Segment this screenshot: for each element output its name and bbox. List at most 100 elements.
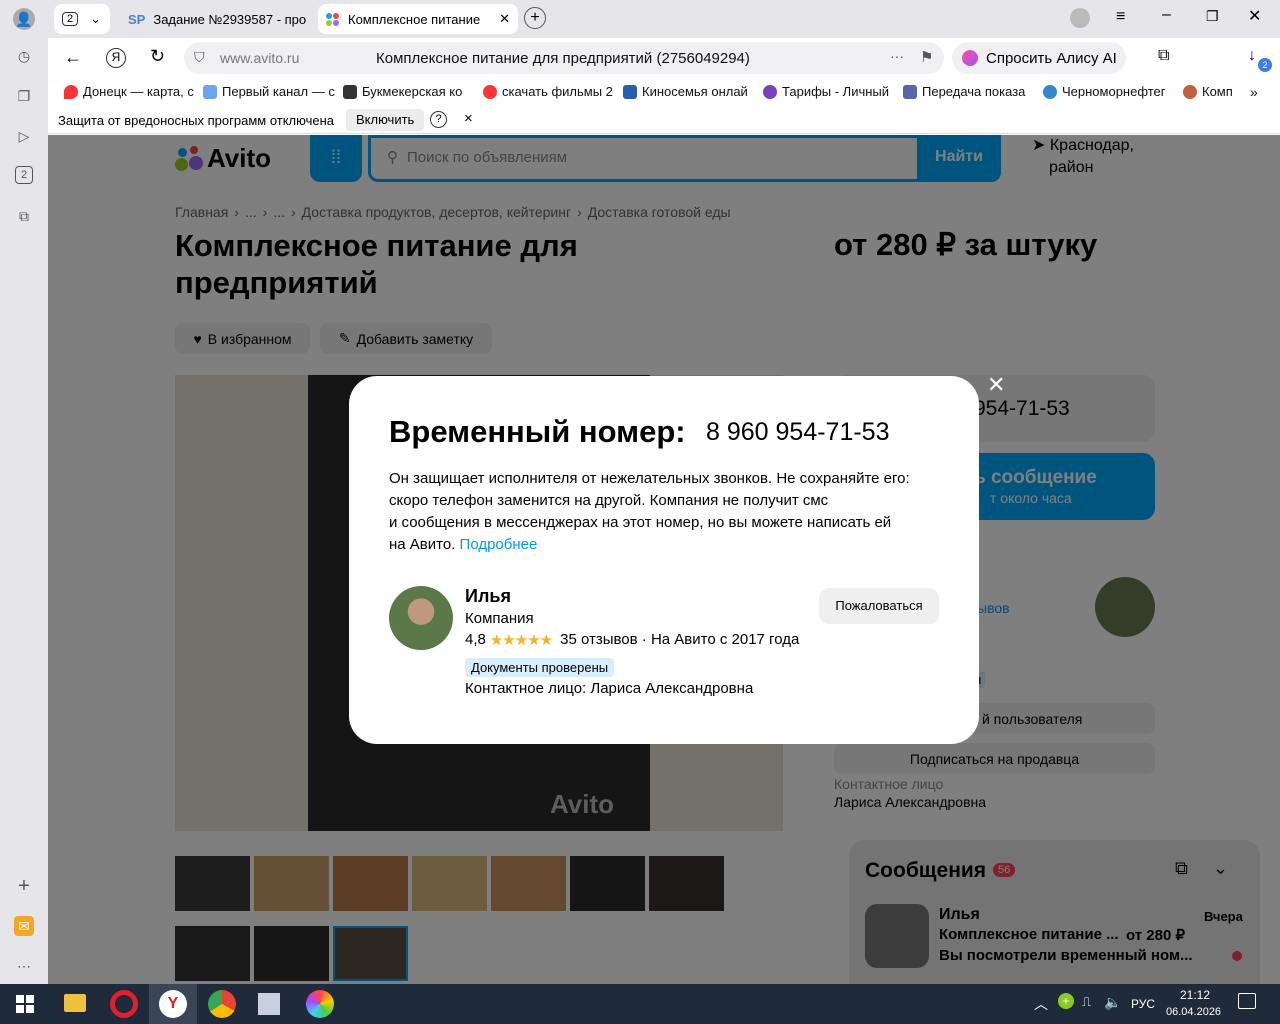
bookmarks-bar: Донецк — карта, с Первый канал — с Букме… xyxy=(48,78,1280,106)
yandex-browser-icon[interactable]: Y xyxy=(159,990,187,1018)
verified-badge: Документы проверены xyxy=(465,658,615,677)
unread-dot xyxy=(1232,951,1242,961)
more-icon[interactable]: ⋯ xyxy=(14,956,34,976)
message-time: Вчера xyxy=(1204,909,1243,924)
opera-icon[interactable] xyxy=(110,990,138,1018)
bookmark-item[interactable]: Черноморнефтег xyxy=(1043,84,1166,99)
enable-protection-button[interactable]: Включить xyxy=(346,109,425,131)
seller-avatar[interactable] xyxy=(389,586,453,650)
close-tab-icon[interactable]: ✕ xyxy=(499,11,510,27)
bookmark-item[interactable]: Букмекерская ко xyxy=(343,84,462,99)
translate-icon[interactable]: ⧉ xyxy=(1158,47,1169,65)
url-field[interactable]: ⛉ www.avito.ru Комплексное питание для п… xyxy=(184,42,944,74)
notifications-icon[interactable] xyxy=(1238,993,1256,1009)
video-icon[interactable]: ▷ xyxy=(14,126,34,146)
bookmark-item[interactable]: Донецк — карта, с xyxy=(64,84,194,99)
bookmark-label: Первый канал — с xyxy=(222,84,335,99)
restore-icon[interactable]: ❐ xyxy=(1206,8,1219,25)
message-sender: Илья xyxy=(939,906,980,923)
seller-rating-row: 4,8 ★★★★★ 35 отзывов · На Авито с 2017 г… xyxy=(465,631,799,649)
modal-description: Он защищает исполнителя от нежелательных… xyxy=(389,468,949,556)
menu-icon[interactable]: ≡ xyxy=(1116,8,1125,26)
yandex-icon[interactable]: Я xyxy=(106,48,126,68)
clock-date[interactable]: 06.04.2026 xyxy=(1166,1006,1221,1018)
tray-app-icon[interactable]: + xyxy=(1058,993,1074,1009)
more-bookmarks-icon[interactable]: » xyxy=(1250,84,1258,100)
tariff-icon xyxy=(763,84,777,99)
security-infobar: Защита от вредоносных программ отключена… xyxy=(48,106,1280,134)
yandex-favicon-icon xyxy=(483,84,497,99)
help-icon[interactable]: ? xyxy=(430,111,447,128)
description-line: и сообщения в мессенджерах на этот номер… xyxy=(389,514,892,531)
bookmark-label: Черноморнефтег xyxy=(1062,84,1166,99)
ask-alice-label: Спросить Алису AI xyxy=(986,49,1117,67)
avito-favicon-icon xyxy=(326,12,340,26)
downloads-icon[interactable]: ↓ xyxy=(1248,47,1256,65)
bookmark-label: Тарифы - Личный xyxy=(782,84,890,99)
browser-sidebar: 👤 ◷ ❐ ▷ 2 ⧉ + ✉ ⋯ xyxy=(0,0,48,984)
bookmark-item[interactable]: Передача показа xyxy=(903,84,1025,99)
message-preview[interactable]: Вы посмотрели временный ном... xyxy=(939,947,1193,964)
seller-name[interactable]: Илья xyxy=(465,586,511,607)
sp-favicon-icon: SP xyxy=(128,11,146,27)
bookmark-item[interactable]: Первый канал — с xyxy=(203,84,335,99)
downloads-badge: 2 xyxy=(1258,58,1272,72)
tab-avito[interactable]: Комплексное питание ✕ xyxy=(318,4,518,34)
sidebar-tabs-icon[interactable]: 2 xyxy=(15,166,33,184)
temporary-phone: 8 960 954-71-53 xyxy=(706,418,890,446)
bookmark-item[interactable]: Тарифы - Личный xyxy=(763,84,889,99)
ask-alice-button[interactable]: Спросить Алису AI xyxy=(952,42,1126,74)
url-domain: www.avito.ru xyxy=(220,50,300,66)
more-dots-icon[interactable]: ··· xyxy=(890,48,904,64)
map-pin-icon xyxy=(64,84,78,99)
app-icon[interactable] xyxy=(258,993,280,1015)
profile-icon[interactable] xyxy=(1070,8,1090,28)
bookmark-item[interactable]: скачать фильмы 2 xyxy=(483,84,613,99)
globe-icon xyxy=(1183,84,1197,99)
volume-icon[interactable]: 🔈 xyxy=(1104,994,1121,1011)
bookmark-label: Букмекерская ко xyxy=(362,84,463,99)
collections-icon[interactable]: ❐ xyxy=(14,86,34,106)
collapse-chevron-icon[interactable]: ⌄ xyxy=(1213,858,1228,879)
close-infobar-icon[interactable]: × xyxy=(464,110,473,127)
reviews-count[interactable]: 35 отзывов · На Авито с 2017 года xyxy=(560,631,799,649)
tab-group-button[interactable]: 2 ⌄ xyxy=(54,4,110,34)
file-explorer-icon[interactable] xyxy=(64,994,86,1012)
mail-icon[interactable]: ✉ xyxy=(14,916,34,936)
screenshot-icon[interactable]: ⧉ xyxy=(14,206,34,226)
chrome-icon[interactable] xyxy=(208,990,236,1018)
description-line: скоро телефон заменится на другой. Компа… xyxy=(389,492,829,509)
color-app-icon[interactable] xyxy=(306,990,334,1018)
message-thumbnail[interactable] xyxy=(865,904,929,968)
reload-icon[interactable]: ↻ xyxy=(150,46,165,67)
open-external-icon[interactable]: ⧉ xyxy=(1175,858,1188,879)
close-modal-icon[interactable]: ✕ xyxy=(987,372,1005,398)
language-indicator[interactable]: РУС xyxy=(1131,997,1155,1011)
start-windows-icon[interactable] xyxy=(16,995,34,1013)
tab-task[interactable]: SP Задание №2939587 - про xyxy=(120,4,310,34)
clock-time[interactable]: 21:12 xyxy=(1180,988,1210,1002)
history-icon[interactable]: ◷ xyxy=(14,46,34,66)
alice-icon xyxy=(962,50,978,66)
new-tab-icon[interactable]: + xyxy=(524,7,546,29)
bookmark-label: Комп xyxy=(1202,84,1233,99)
bookmark-icon[interactable]: ⚑ xyxy=(920,48,933,66)
chevron-down-icon: ⌄ xyxy=(90,11,102,26)
profile-avatar-icon[interactable]: 👤 xyxy=(13,8,35,30)
more-info-link[interactable]: Подробнее xyxy=(460,536,538,553)
monitor-icon xyxy=(623,84,637,99)
add-icon[interactable]: + xyxy=(14,875,34,897)
back-icon[interactable]: ← xyxy=(64,47,82,68)
shield-icon: ⛉ xyxy=(194,49,205,65)
close-window-icon[interactable]: ✕ xyxy=(1248,6,1261,26)
bookmark-label: Донецк — карта, с xyxy=(83,84,194,99)
bookmark-item[interactable]: Комп xyxy=(1183,84,1233,99)
messages-title: Сообщения xyxy=(865,859,987,882)
tray-up-icon[interactable]: ︿ xyxy=(1034,994,1048,1014)
bookmark-label: Киносемья онлай xyxy=(642,84,748,99)
message-subject: Комплексное питание ... xyxy=(939,926,1119,943)
bookmark-item[interactable]: Киносемья онлай xyxy=(623,84,748,99)
report-button[interactable]: Пожаловаться xyxy=(819,588,939,624)
network-icon[interactable]: ⎍ xyxy=(1082,994,1091,1010)
minimize-icon[interactable]: – xyxy=(1162,6,1171,24)
